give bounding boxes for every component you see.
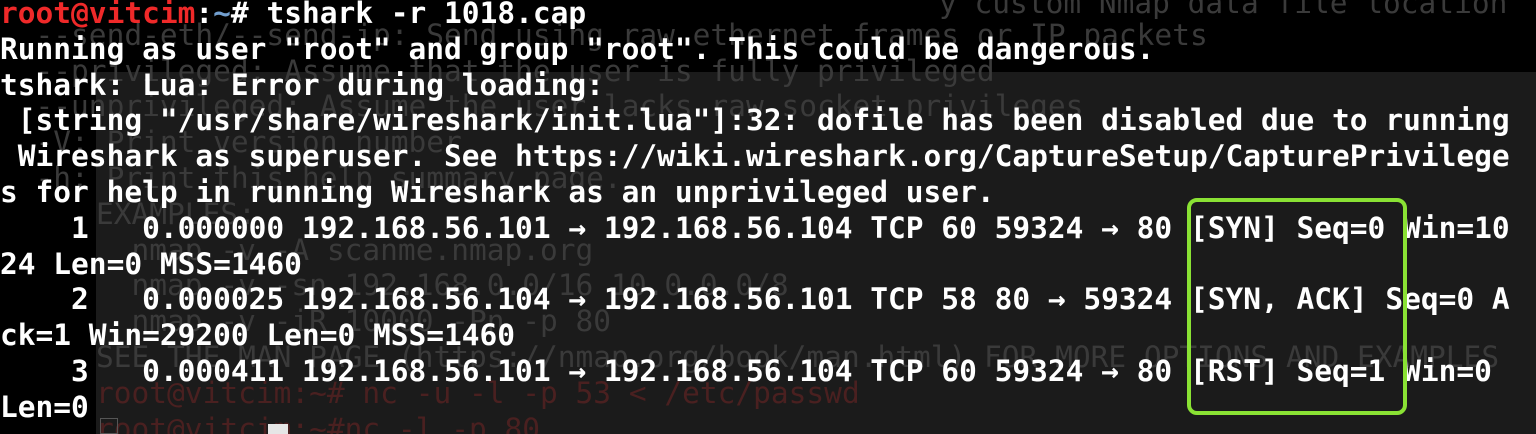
- output-line: [string "/usr/share/wireshark/init.lua"]…: [0, 103, 1510, 138]
- output-line: Wireshark as superuser. See https://wiki…: [0, 139, 1510, 174]
- prompt-user-host: root@vitcim: [0, 0, 196, 30]
- prompt-path: ~: [213, 0, 231, 30]
- output-line: Running as user "root" and group "root".…: [0, 31, 1155, 66]
- output-line: tshark: Lua: Error during loading:: [0, 67, 604, 102]
- command-line: root@vitcim:~# tshark -r 1018.cap: [0, 0, 1536, 32]
- terminal-window[interactable]: y custom Nmap data file location --send-…: [0, 0, 1536, 434]
- background-cursor: [268, 424, 288, 434]
- prompt-symbol: #: [230, 0, 267, 30]
- prompt-separator: :: [195, 0, 214, 30]
- tcp-flags-highlight-box: [1187, 198, 1407, 415]
- command-text: tshark -r 1018.cap: [266, 0, 587, 30]
